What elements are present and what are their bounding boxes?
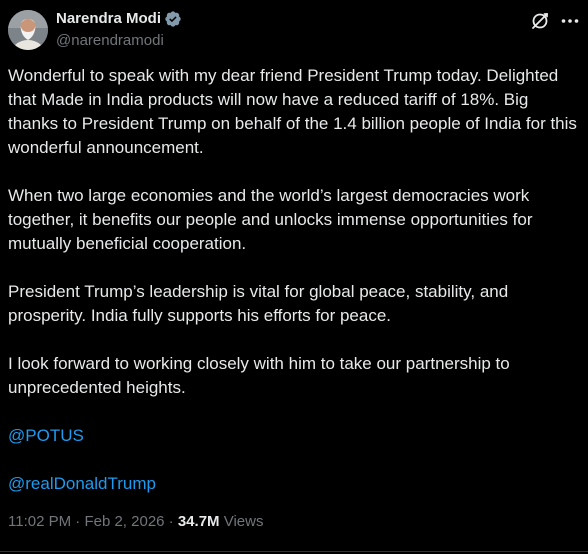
mention-paragraph: @realDonaldTrump <box>8 472 583 496</box>
tweet-paragraph: President Trump’s leadership is vital fo… <box>8 282 509 325</box>
mention-paragraph: @POTUS <box>8 424 583 448</box>
tweet-paragraph: I look forward to working closely with h… <box>8 354 510 397</box>
tweet-meta: 11:02 PM · Feb 2, 2026 · 34.7M Views <box>8 512 263 532</box>
mention-link-realdonaldtrump[interactable]: @realDonaldTrump <box>8 472 156 496</box>
tweet-card: Narendra Modi @narendramodi Wonderful to… <box>0 0 588 554</box>
avatar-image <box>8 10 48 50</box>
verified-badge-icon[interactable] <box>164 10 182 28</box>
author-block: Narendra Modi @narendramodi <box>56 9 182 51</box>
name-row: Narendra Modi <box>56 9 182 29</box>
grok-icon[interactable] <box>530 11 550 31</box>
post-date[interactable]: Feb 2, 2026 <box>84 513 164 530</box>
tweet-paragraph: When two large economies and the world’s… <box>8 186 533 253</box>
divider <box>0 551 588 552</box>
meta-separator: · <box>164 513 178 530</box>
views-label: Views <box>223 513 264 530</box>
more-options-icon[interactable] <box>560 11 580 31</box>
avatar[interactable] <box>8 10 48 50</box>
tweet-paragraph: Wonderful to speak with my dear friend P… <box>8 66 577 157</box>
meta-separator: · <box>71 513 85 530</box>
tweet-header: Narendra Modi @narendramodi <box>8 8 580 52</box>
views-count: 34.7M <box>177 513 220 530</box>
handle[interactable]: @narendramodi <box>56 31 182 51</box>
mention-link-potus[interactable]: @POTUS <box>8 424 84 448</box>
tweet-text: Wonderful to speak with my dear friend P… <box>8 64 583 520</box>
display-name[interactable]: Narendra Modi <box>56 9 161 29</box>
post-time[interactable]: 11:02 PM <box>8 513 71 530</box>
